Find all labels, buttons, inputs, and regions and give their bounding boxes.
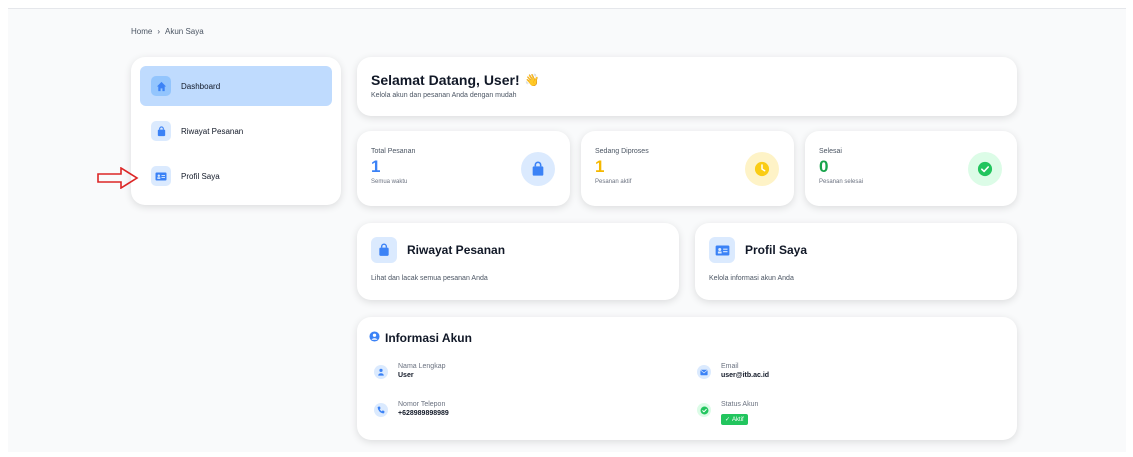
sidebar-item-label: Profil Saya (181, 171, 220, 181)
home-icon (151, 76, 171, 96)
status-badge-text: Aktif (732, 416, 744, 423)
shopping-bag-icon (371, 237, 397, 263)
user-circle-icon (369, 331, 380, 345)
id-card-icon (151, 166, 171, 186)
welcome-card: Selamat Datang, User! 👋 Kelola akun dan … (357, 57, 1017, 116)
stat-card-sedang-diproses: Sedang Diproses 1 Pesanan aktif (581, 131, 794, 206)
stat-card-total-pesanan: Total Pesanan 1 Semua waktu (357, 131, 570, 206)
status-badge: ✓ Aktif (721, 414, 748, 425)
account-info-title-row: Informasi Akun (369, 331, 1005, 345)
field-label: Nomor Telepon (398, 401, 446, 408)
phone-icon (374, 403, 388, 417)
field-label: Email (721, 363, 739, 370)
user-icon (374, 365, 388, 379)
field-nama-lengkap: Nama Lengkap User (374, 363, 445, 379)
feature-description: Lihat dan lacak semua pesanan Anda (371, 275, 488, 282)
field-value: +628989898989 (398, 410, 449, 417)
id-card-icon (709, 237, 735, 263)
feature-card-profil-saya[interactable]: Profil Saya Kelola informasi akun Anda (695, 223, 1017, 300)
envelope-icon (697, 365, 711, 379)
sidebar-item-profil-saya[interactable]: Profil Saya (140, 156, 332, 196)
sidebar: Dashboard Riwayat Pesanan Profil Saya (131, 57, 341, 205)
welcome-subtitle: Kelola akun dan pesanan Anda dengan muda… (371, 92, 517, 99)
annotation-arrow-icon (97, 167, 139, 189)
field-value: user@itb.ac.id (721, 372, 770, 379)
waving-hand-icon: 👋 (524, 73, 540, 87)
field-email: Email user@itb.ac.id (697, 363, 769, 379)
shopping-bag-icon (151, 121, 171, 141)
account-info-card: Informasi Akun Nama Lengkap User Email u… (357, 317, 1017, 440)
sidebar-item-riwayat-pesanan[interactable]: Riwayat Pesanan (140, 111, 332, 151)
welcome-title: Selamat Datang, User! (371, 72, 520, 88)
feature-description: Kelola informasi akun Anda (709, 275, 794, 282)
feature-card-riwayat-pesanan[interactable]: Riwayat Pesanan Lihat dan lacak semua pe… (357, 223, 679, 300)
clock-icon (745, 152, 779, 186)
field-label: Status Akun (721, 401, 759, 408)
field-value: User (398, 372, 414, 379)
feature-title: Profil Saya (745, 243, 808, 257)
feature-title: Riwayat Pesanan (407, 243, 506, 257)
check-icon: ✓ (725, 417, 731, 423)
welcome-title-row: Selamat Datang, User! 👋 (371, 72, 1003, 88)
field-status-akun: Status Akun ✓ Aktif (697, 401, 758, 426)
stat-card-selesai: Selesai 0 Pesanan selesai (805, 131, 1017, 206)
sidebar-item-label: Dashboard (181, 81, 221, 91)
shopping-bag-icon (521, 152, 555, 186)
account-info-title: Informasi Akun (385, 331, 472, 345)
breadcrumb: Home › Akun Saya (131, 27, 204, 36)
sidebar-item-dashboard[interactable]: Dashboard (140, 66, 332, 106)
check-circle-icon (697, 403, 711, 417)
breadcrumb-home[interactable]: Home (131, 27, 152, 36)
breadcrumb-separator: › (157, 27, 161, 36)
sidebar-item-label: Riwayat Pesanan (181, 126, 244, 136)
field-label: Nama Lengkap (398, 363, 446, 370)
check-circle-icon (968, 152, 1002, 186)
breadcrumb-current: Akun Saya (165, 27, 204, 36)
field-nomor-telepon: Nomor Telepon +628989898989 (374, 401, 449, 417)
